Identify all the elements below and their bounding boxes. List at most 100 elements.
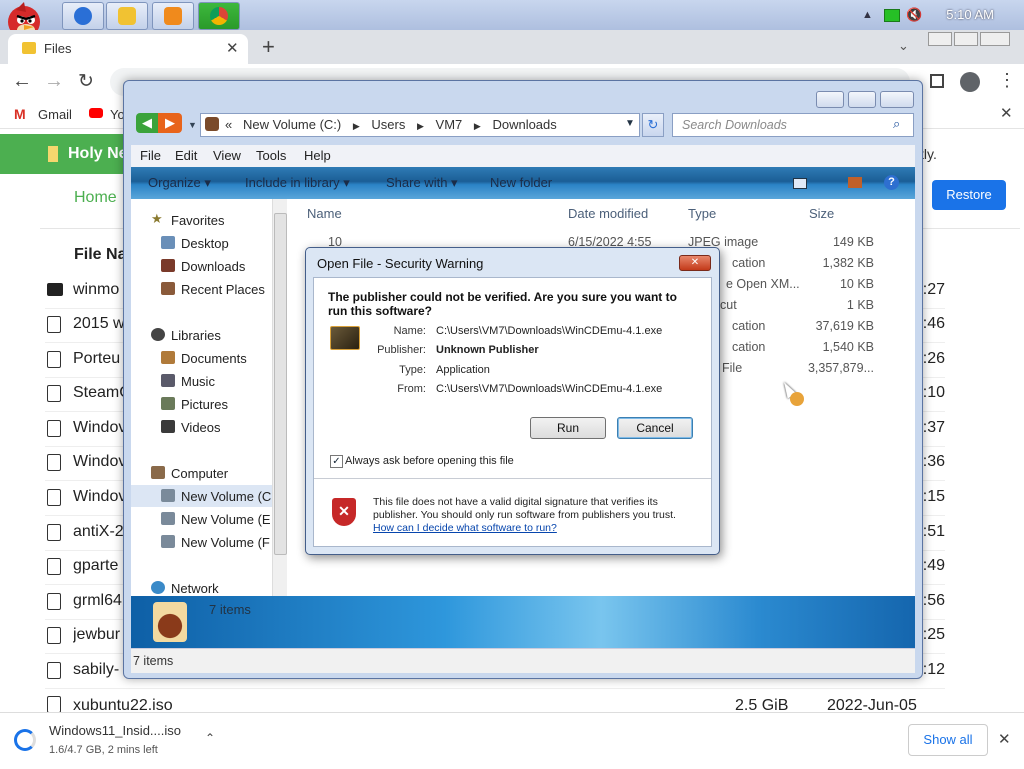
reload-icon[interactable]: ↻ bbox=[78, 70, 94, 93]
breadcrumb-item[interactable]: VM7 bbox=[436, 117, 463, 132]
new-folder-button[interactable]: New folder bbox=[490, 175, 552, 190]
column-name[interactable]: Name bbox=[307, 206, 342, 221]
volume-muted-icon[interactable]: 🔇 bbox=[906, 7, 922, 23]
downloads-icon bbox=[161, 259, 175, 272]
file-name-header[interactable]: File Na bbox=[74, 246, 126, 264]
search-input[interactable]: Search Downloads bbox=[682, 118, 787, 132]
refresh-button[interactable]: ↻ bbox=[642, 113, 664, 137]
menu-view[interactable]: View bbox=[213, 148, 241, 163]
scroll-thumb[interactable] bbox=[274, 213, 287, 555]
file-icon bbox=[47, 662, 61, 679]
always-ask-label[interactable]: Always ask before opening this file bbox=[345, 455, 514, 467]
profile-icon[interactable] bbox=[960, 72, 980, 92]
forward-arrow-icon[interactable]: → bbox=[44, 70, 64, 93]
menu-help[interactable]: Help bbox=[304, 148, 331, 163]
always-ask-checkbox[interactable]: ✓ bbox=[330, 455, 343, 468]
new-tab-button[interactable]: + bbox=[262, 34, 275, 60]
menu-file[interactable]: File bbox=[140, 148, 161, 163]
details-item-count: 7 items bbox=[209, 602, 251, 617]
explorer-close-button[interactable] bbox=[880, 91, 914, 108]
help-link[interactable]: How can I decide what software to run? bbox=[373, 522, 557, 534]
address-bar[interactable]: « New Volume (C:) ▶ Users ▶ VM7 ▶ Downlo… bbox=[200, 113, 640, 137]
dialog-close-button[interactable]: ✕ bbox=[679, 255, 711, 271]
maximize-button[interactable] bbox=[954, 32, 978, 46]
include-library-button[interactable]: Include in library ▾ bbox=[245, 175, 350, 191]
explorer-minimize-button[interactable] bbox=[816, 91, 844, 108]
help-icon[interactable]: ? bbox=[884, 175, 899, 190]
folder-icon bbox=[118, 7, 136, 25]
dialog-title: Open File - Security Warning bbox=[317, 256, 484, 271]
breadcrumb-item[interactable]: Users bbox=[371, 117, 405, 132]
row-type: cut bbox=[720, 298, 737, 312]
network-icon bbox=[151, 581, 165, 594]
minimize-button[interactable] bbox=[928, 32, 952, 46]
share-with-button[interactable]: Share with ▾ bbox=[386, 175, 458, 191]
show-all-button[interactable]: Show all bbox=[908, 724, 988, 756]
download-bar-close-icon[interactable]: ✕ bbox=[998, 730, 1011, 748]
page-banner: Holy Ne bbox=[0, 134, 130, 174]
organize-button[interactable]: Organize ▾ bbox=[148, 175, 211, 191]
file-icon bbox=[47, 558, 61, 575]
change-view-icon[interactable] bbox=[793, 178, 807, 189]
breadcrumb-separator-icon[interactable]: ▶ bbox=[417, 121, 424, 131]
bookmark-gmail[interactable]: Gmail bbox=[38, 107, 72, 122]
taskbar-explorer-button[interactable] bbox=[106, 2, 148, 30]
clock[interactable]: 5:10 AM bbox=[946, 7, 994, 22]
column-size[interactable]: Size bbox=[809, 206, 834, 221]
column-type[interactable]: Type bbox=[688, 206, 716, 221]
banner-title[interactable]: Holy Ne bbox=[68, 145, 128, 163]
breadcrumb-separator-icon[interactable]: ▶ bbox=[353, 121, 360, 131]
download-file-name[interactable]: Windows11_Insid....iso bbox=[49, 723, 181, 738]
taskbar-chrome-button[interactable] bbox=[198, 2, 240, 30]
menu-edit[interactable]: Edit bbox=[175, 148, 197, 163]
dialog-question: The publisher could not be verified. Are… bbox=[328, 290, 677, 318]
tab-close-icon[interactable]: ✕ bbox=[226, 39, 239, 57]
close-button[interactable] bbox=[980, 32, 1010, 46]
menu-tools[interactable]: Tools bbox=[256, 148, 286, 163]
taskbar-ie-button[interactable] bbox=[62, 2, 104, 30]
column-date-modified[interactable]: Date modified bbox=[568, 206, 648, 221]
tab-search-chevron-icon[interactable]: ⌄ bbox=[898, 38, 909, 54]
drive-icon bbox=[161, 512, 175, 525]
breadcrumb-overflow[interactable]: « bbox=[225, 117, 232, 132]
star-icon: ★ bbox=[151, 211, 163, 226]
search-icon[interactable]: ⌕ bbox=[893, 116, 900, 132]
breadcrumb-item[interactable]: New Volume (C:) bbox=[243, 117, 341, 132]
run-button[interactable]: Run bbox=[530, 417, 606, 439]
download-options-chevron-icon[interactable]: ⌃ bbox=[205, 731, 215, 745]
breadcrumb-separator-icon[interactable]: ▶ bbox=[474, 121, 481, 131]
cursor-badge-icon bbox=[790, 392, 804, 406]
status-bar: 7 items bbox=[131, 648, 915, 673]
menu-kebab-icon[interactable]: ⋮ bbox=[998, 70, 1016, 91]
drive-icon bbox=[205, 117, 219, 131]
back-arrow-icon[interactable]: ← bbox=[12, 70, 32, 93]
folder-icon bbox=[47, 283, 63, 296]
notice-close-icon[interactable]: ✕ bbox=[1000, 104, 1013, 122]
forward-button[interactable]: ▶ bbox=[158, 113, 182, 133]
taskbar-media-button[interactable] bbox=[152, 2, 194, 30]
browser-tab[interactable]: Files ✕ bbox=[8, 34, 248, 64]
tray-up-arrow-icon[interactable]: ▲ bbox=[862, 9, 873, 21]
cancel-button[interactable]: Cancel bbox=[617, 417, 693, 439]
libraries-icon bbox=[151, 328, 165, 341]
explorer-maximize-button[interactable] bbox=[848, 91, 876, 108]
desktop-icon bbox=[161, 236, 175, 249]
download-bar: Windows11_Insid....iso 1.6/4.7 GB, 2 min… bbox=[0, 712, 1024, 769]
recent-pages-chevron-icon[interactable]: ▼ bbox=[188, 120, 197, 130]
home-link[interactable]: Home bbox=[74, 189, 117, 207]
breadcrumb-item[interactable]: Downloads bbox=[492, 117, 556, 132]
youtube-icon bbox=[89, 108, 103, 118]
warning-shield-icon: ✕ bbox=[332, 498, 356, 526]
back-button[interactable]: ◀ bbox=[136, 113, 158, 133]
download-progress-text: 1.6/4.7 GB, 2 mins left bbox=[49, 744, 158, 756]
network-icon[interactable] bbox=[884, 9, 900, 22]
preview-pane-icon[interactable] bbox=[848, 177, 862, 188]
side-panel-icon[interactable] bbox=[930, 74, 944, 88]
search-box[interactable]: Search Downloads ⌕ bbox=[672, 113, 914, 137]
file-icon bbox=[47, 420, 61, 437]
restore-button[interactable]: Restore bbox=[932, 180, 1006, 210]
nav-scrollbar[interactable] bbox=[272, 199, 287, 596]
command-bar: Organize ▾ Include in library ▾ Share wi… bbox=[131, 167, 915, 199]
nav-drive-c[interactable]: New Volume (C bbox=[131, 485, 286, 507]
address-dropdown-icon[interactable]: ▼ bbox=[625, 118, 635, 129]
